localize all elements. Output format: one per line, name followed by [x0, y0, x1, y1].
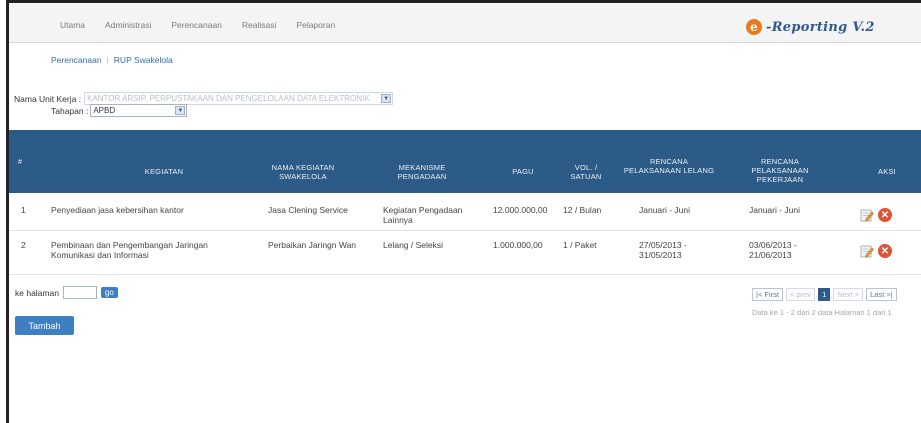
- nav-realisasi[interactable]: Realisasi: [242, 20, 277, 30]
- cell-nama-kegiatan: Perbaikan Jaringn Wan: [268, 240, 357, 250]
- page-jump-label: ke halaman: [15, 287, 59, 298]
- page-next[interactable]: Next >: [833, 288, 864, 301]
- edit-icon[interactable]: [860, 208, 874, 222]
- logo-mark: e: [746, 19, 762, 35]
- header-vol-satuan: VOL. / SATUAN: [570, 163, 602, 181]
- page-current[interactable]: 1: [818, 288, 831, 301]
- header-aksi: AKSI: [878, 167, 896, 176]
- header-nama-kegiatan: NAMA KEGIATAN SWAKELOLA: [271, 163, 335, 181]
- breadcrumb-perencanaan[interactable]: Perencanaan: [51, 55, 102, 65]
- page-jump-input[interactable]: [62, 286, 97, 299]
- cell-kegiatan: Penyediaan jasa kebersihan kantor: [51, 205, 184, 215]
- edit-icon[interactable]: [860, 244, 874, 258]
- breadcrumb-separator: |: [106, 55, 109, 65]
- tahapan-filter: Tahapan : APBD ▼: [51, 104, 188, 117]
- cell-rencana-lelang: 27/05/2013 - 31/05/2013: [639, 240, 687, 260]
- cell-rencana-lelang: Januari - Juni: [639, 205, 691, 215]
- cell-vol-satuan: 1 / Paket: [563, 240, 597, 250]
- chevron-down-icon: ▼: [381, 94, 392, 103]
- cell-mekanisme: Lelang / Seleksi: [383, 240, 444, 250]
- main-nav: Utama Administrasi Perencanaan Realisasi…: [60, 20, 335, 30]
- cell-pagu: 1.000.000,00: [493, 240, 543, 250]
- app-logo: e -Reporting V.2: [746, 16, 875, 38]
- breadcrumb: Perencanaan | RUP Swakelola: [51, 55, 173, 65]
- page-last[interactable]: Last >|: [866, 288, 897, 301]
- table-row: 2 Pembinaan dan Pengembangan Jaringan Ko…: [9, 231, 921, 275]
- header-pagu: PAGU: [512, 167, 534, 176]
- nav-pelaporan[interactable]: Pelaporan: [296, 20, 335, 30]
- breadcrumb-rup-swakelola[interactable]: RUP Swakelola: [114, 55, 173, 65]
- tahapan-value: APBD: [93, 106, 116, 115]
- cell-rencana-pekerjaan: Januari - Juni: [749, 205, 801, 215]
- pagination-info: Data ke 1 - 2 dari 2 data Halaman 1 dari…: [752, 308, 892, 317]
- pagination: |< First < prev 1 Next > Last >|: [752, 288, 897, 301]
- delete-icon[interactable]: ✕: [878, 208, 892, 222]
- tahapan-select[interactable]: APBD ▼: [90, 104, 188, 117]
- cell-pagu: 12.000.000,00: [493, 205, 548, 215]
- top-navbar: Utama Administrasi Perencanaan Realisasi…: [9, 3, 921, 43]
- header-rencana-lelang: RENCANA PELAKSANAAN LELANG: [623, 157, 715, 175]
- page-jump: ke halaman go: [15, 286, 118, 299]
- cell-mekanisme: Kegiatan Pengadaan Lainnya: [383, 205, 463, 225]
- nav-administrasi[interactable]: Administrasi: [105, 20, 151, 30]
- add-button[interactable]: Tambah: [15, 316, 74, 335]
- cell-rencana-pekerjaan: 03/06/2013 - 21/06/2013: [749, 240, 797, 260]
- header-no: #: [17, 157, 23, 166]
- header-rencana-pekerjaan: RENCANA PELAKSANAAN PEKERJAAN: [751, 157, 809, 184]
- cell-kegiatan: Pembinaan dan Pengembangan Jaringan Komu…: [51, 240, 208, 260]
- cell-vol-satuan: 12 / Bulan: [563, 205, 602, 215]
- unit-kerja-label: Nama Unit Kerja :: [14, 93, 82, 104]
- tahapan-label: Tahapan :: [51, 105, 89, 116]
- table-header: # KEGIATAN NAMA KEGIATAN SWAKELOLA MEKAN…: [9, 130, 921, 193]
- delete-icon[interactable]: ✕: [878, 244, 892, 258]
- table-row: 1 Penyediaan jasa kebersihan kantor Jasa…: [9, 193, 921, 231]
- unit-kerja-value: KANTOR ARSIP, PERPUSTAKAAN DAN PENGELOLA…: [87, 94, 370, 103]
- cell-nama-kegiatan: Jasa Clening Service: [268, 205, 348, 215]
- page-first[interactable]: |< First: [752, 288, 783, 301]
- chevron-down-icon: ▼: [175, 106, 186, 115]
- nav-utama[interactable]: Utama: [60, 20, 85, 30]
- logo-text: -Reporting V.2: [766, 19, 875, 35]
- page-prev[interactable]: < prev: [786, 288, 816, 301]
- header-mekanisme: MEKANISME PENGADAAN: [397, 163, 447, 181]
- go-button[interactable]: go: [100, 287, 118, 298]
- header-kegiatan: KEGIATAN: [144, 167, 184, 176]
- cell-no: 2: [21, 240, 26, 250]
- cell-no: 1: [21, 205, 26, 215]
- nav-perencanaan[interactable]: Perencanaan: [171, 20, 222, 30]
